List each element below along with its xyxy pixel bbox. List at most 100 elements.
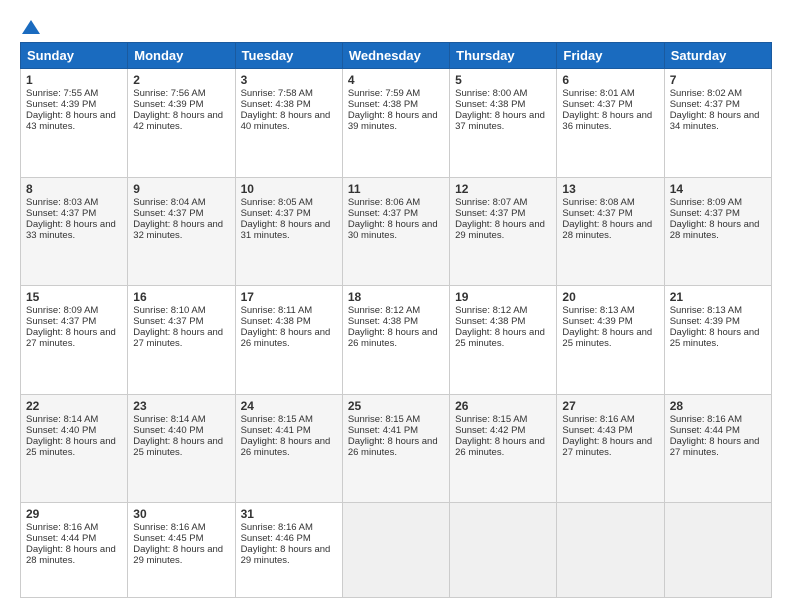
calendar-cell: 22Sunrise: 8:14 AMSunset: 4:40 PMDayligh… (21, 394, 128, 503)
calendar-cell: 27Sunrise: 8:16 AMSunset: 4:43 PMDayligh… (557, 394, 664, 503)
day-number: 26 (455, 399, 551, 413)
calendar-cell (450, 503, 557, 598)
daylight: Daylight: 8 hours and 27 minutes. (26, 327, 116, 349)
day-number: 8 (26, 182, 122, 196)
daylight: Daylight: 8 hours and 40 minutes. (241, 110, 331, 132)
sunrise: Sunrise: 8:03 AM (26, 197, 98, 208)
day-number: 27 (562, 399, 658, 413)
sunrise: Sunrise: 8:13 AM (670, 305, 742, 316)
sunset: Sunset: 4:37 PM (562, 208, 632, 219)
daylight: Daylight: 8 hours and 25 minutes. (562, 327, 652, 349)
sunset: Sunset: 4:38 PM (455, 99, 525, 110)
calendar-cell: 9Sunrise: 8:04 AMSunset: 4:37 PMDaylight… (128, 177, 235, 286)
calendar-cell: 13Sunrise: 8:08 AMSunset: 4:37 PMDayligh… (557, 177, 664, 286)
sunrise: Sunrise: 8:09 AM (26, 305, 98, 316)
sunset: Sunset: 4:39 PM (26, 99, 96, 110)
day-number: 10 (241, 182, 337, 196)
calendar-cell: 4Sunrise: 7:59 AMSunset: 4:38 PMDaylight… (342, 69, 449, 178)
header (20, 18, 772, 32)
sunrise: Sunrise: 7:56 AM (133, 88, 205, 99)
sunrise: Sunrise: 7:58 AM (241, 88, 313, 99)
calendar-cell: 30Sunrise: 8:16 AMSunset: 4:45 PMDayligh… (128, 503, 235, 598)
sunset: Sunset: 4:38 PM (348, 99, 418, 110)
daylight: Daylight: 8 hours and 31 minutes. (241, 219, 331, 241)
calendar-cell: 15Sunrise: 8:09 AMSunset: 4:37 PMDayligh… (21, 286, 128, 395)
sunrise: Sunrise: 8:12 AM (455, 305, 527, 316)
day-number: 2 (133, 73, 229, 87)
day-header-monday: Monday (128, 43, 235, 69)
day-number: 30 (133, 507, 229, 521)
logo (20, 18, 40, 32)
calendar-cell: 28Sunrise: 8:16 AMSunset: 4:44 PMDayligh… (664, 394, 771, 503)
day-number: 4 (348, 73, 444, 87)
sunrise: Sunrise: 8:13 AM (562, 305, 634, 316)
sunrise: Sunrise: 8:07 AM (455, 197, 527, 208)
day-number: 13 (562, 182, 658, 196)
day-number: 17 (241, 290, 337, 304)
day-number: 31 (241, 507, 337, 521)
sunset: Sunset: 4:38 PM (241, 99, 311, 110)
calendar-cell: 5Sunrise: 8:00 AMSunset: 4:38 PMDaylight… (450, 69, 557, 178)
sunset: Sunset: 4:38 PM (348, 316, 418, 327)
sunset: Sunset: 4:44 PM (26, 533, 96, 544)
day-number: 24 (241, 399, 337, 413)
daylight: Daylight: 8 hours and 29 minutes. (133, 544, 223, 566)
day-number: 1 (26, 73, 122, 87)
day-header-friday: Friday (557, 43, 664, 69)
daylight: Daylight: 8 hours and 30 minutes. (348, 219, 438, 241)
daylight: Daylight: 8 hours and 32 minutes. (133, 219, 223, 241)
sunrise: Sunrise: 8:12 AM (348, 305, 420, 316)
sunrise: Sunrise: 8:04 AM (133, 197, 205, 208)
calendar-cell: 6Sunrise: 8:01 AMSunset: 4:37 PMDaylight… (557, 69, 664, 178)
day-number: 14 (670, 182, 766, 196)
day-header-saturday: Saturday (664, 43, 771, 69)
day-number: 19 (455, 290, 551, 304)
sunset: Sunset: 4:37 PM (26, 208, 96, 219)
daylight: Daylight: 8 hours and 25 minutes. (455, 327, 545, 349)
calendar-cell: 11Sunrise: 8:06 AMSunset: 4:37 PMDayligh… (342, 177, 449, 286)
sunrise: Sunrise: 8:02 AM (670, 88, 742, 99)
calendar-cell: 7Sunrise: 8:02 AMSunset: 4:37 PMDaylight… (664, 69, 771, 178)
daylight: Daylight: 8 hours and 29 minutes. (455, 219, 545, 241)
calendar-cell: 31Sunrise: 8:16 AMSunset: 4:46 PMDayligh… (235, 503, 342, 598)
sunset: Sunset: 4:40 PM (133, 425, 203, 436)
day-header-sunday: Sunday (21, 43, 128, 69)
sunrise: Sunrise: 8:00 AM (455, 88, 527, 99)
sunset: Sunset: 4:46 PM (241, 533, 311, 544)
sunset: Sunset: 4:43 PM (562, 425, 632, 436)
sunset: Sunset: 4:42 PM (455, 425, 525, 436)
daylight: Daylight: 8 hours and 25 minutes. (26, 436, 116, 458)
page: SundayMondayTuesdayWednesdayThursdayFrid… (0, 0, 792, 612)
sunrise: Sunrise: 8:01 AM (562, 88, 634, 99)
daylight: Daylight: 8 hours and 36 minutes. (562, 110, 652, 132)
daylight: Daylight: 8 hours and 33 minutes. (26, 219, 116, 241)
day-number: 3 (241, 73, 337, 87)
day-number: 22 (26, 399, 122, 413)
calendar-cell: 24Sunrise: 8:15 AMSunset: 4:41 PMDayligh… (235, 394, 342, 503)
day-number: 5 (455, 73, 551, 87)
calendar-cell (664, 503, 771, 598)
day-number: 12 (455, 182, 551, 196)
day-number: 11 (348, 182, 444, 196)
daylight: Daylight: 8 hours and 27 minutes. (562, 436, 652, 458)
sunset: Sunset: 4:39 PM (670, 316, 740, 327)
sunrise: Sunrise: 8:10 AM (133, 305, 205, 316)
day-header-tuesday: Tuesday (235, 43, 342, 69)
daylight: Daylight: 8 hours and 42 minutes. (133, 110, 223, 132)
daylight: Daylight: 8 hours and 28 minutes. (670, 219, 760, 241)
calendar-header-row: SundayMondayTuesdayWednesdayThursdayFrid… (21, 43, 772, 69)
day-number: 7 (670, 73, 766, 87)
calendar-cell: 14Sunrise: 8:09 AMSunset: 4:37 PMDayligh… (664, 177, 771, 286)
daylight: Daylight: 8 hours and 27 minutes. (670, 436, 760, 458)
daylight: Daylight: 8 hours and 39 minutes. (348, 110, 438, 132)
day-number: 6 (562, 73, 658, 87)
day-number: 23 (133, 399, 229, 413)
sunset: Sunset: 4:41 PM (241, 425, 311, 436)
sunset: Sunset: 4:39 PM (133, 99, 203, 110)
sunset: Sunset: 4:38 PM (241, 316, 311, 327)
daylight: Daylight: 8 hours and 26 minutes. (348, 327, 438, 349)
daylight: Daylight: 8 hours and 28 minutes. (562, 219, 652, 241)
calendar-cell: 26Sunrise: 8:15 AMSunset: 4:42 PMDayligh… (450, 394, 557, 503)
sunset: Sunset: 4:37 PM (670, 208, 740, 219)
daylight: Daylight: 8 hours and 29 minutes. (241, 544, 331, 566)
